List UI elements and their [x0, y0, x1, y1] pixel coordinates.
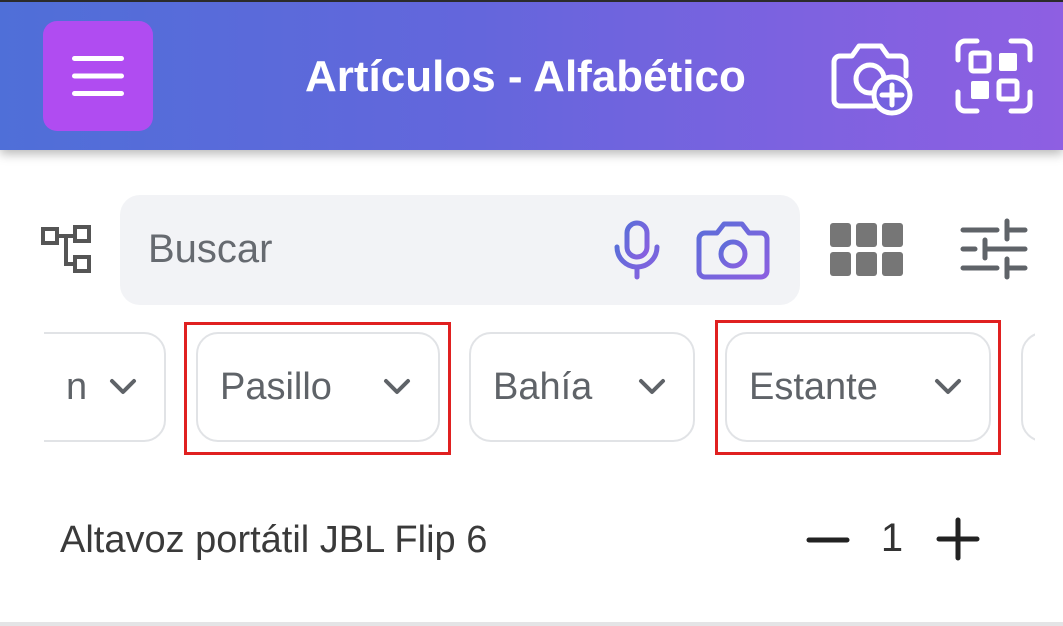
item-name: Altavoz portátil JBL Flip 6 — [60, 519, 488, 561]
chevron-down-icon — [935, 379, 961, 394]
filter-chip-bahia[interactable]: Bahía — [469, 332, 695, 442]
filter-chip-label: Bahía — [493, 365, 593, 408]
camera-search-button[interactable] — [695, 221, 771, 281]
voice-search-button[interactable] — [608, 220, 666, 280]
search-bar — [120, 195, 800, 305]
sliders-icon — [960, 218, 1028, 280]
chevron-down-icon — [110, 379, 136, 394]
increment-button[interactable] — [936, 517, 980, 561]
page-title: Artículos - Alfabético — [305, 52, 746, 101]
hierarchy-button[interactable] — [40, 225, 96, 275]
microphone-icon — [614, 220, 660, 280]
add-photo-button[interactable] — [826, 34, 914, 118]
list-item[interactable]: Altavoz portátil JBL Flip 6 1 — [0, 480, 1063, 600]
qr-scan-icon — [955, 38, 1033, 114]
filter-chip-label: n — [66, 365, 88, 408]
minus-icon — [806, 537, 850, 543]
filter-chips: n Pasillo Bahía Estante — [44, 332, 1035, 444]
search-input[interactable] — [148, 219, 588, 279]
hierarchy-icon — [41, 225, 91, 273]
grid-view-icon — [830, 223, 903, 276]
decrement-button[interactable] — [806, 522, 850, 558]
app-header: Artículos - Alfabético — [0, 0, 1063, 150]
grid-view-button[interactable] — [828, 220, 904, 280]
quantity-value: 1 — [880, 516, 904, 560]
filter-chip-partial[interactable]: n — [44, 332, 166, 442]
menu-button[interactable] — [43, 21, 153, 131]
divider — [0, 622, 1063, 626]
filter-chip-label: Estante — [749, 365, 878, 408]
filter-chip-label: Pasillo — [220, 365, 332, 408]
chevron-down-icon — [384, 379, 410, 394]
filter-button[interactable] — [960, 218, 1028, 280]
filter-chip-pasillo[interactable]: Pasillo — [196, 332, 440, 442]
chevron-down-icon — [639, 379, 665, 394]
menu-icon — [72, 56, 124, 96]
plus-icon — [936, 517, 980, 561]
camera-icon — [696, 221, 770, 280]
filter-chip-estante[interactable]: Estante — [725, 332, 991, 442]
camera-plus-icon — [831, 43, 913, 116]
filter-chip-next[interactable] — [1021, 332, 1035, 442]
scan-button[interactable] — [955, 38, 1033, 114]
